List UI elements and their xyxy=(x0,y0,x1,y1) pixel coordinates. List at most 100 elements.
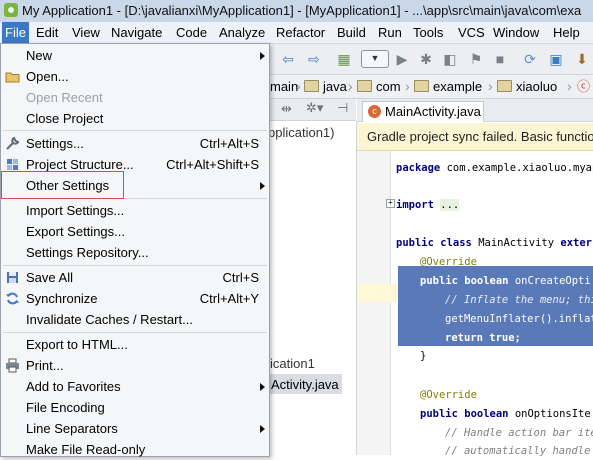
menu-separator xyxy=(3,130,267,131)
menu-help[interactable]: Help xyxy=(550,22,583,43)
menu-navigate[interactable]: Navigate xyxy=(108,22,165,43)
menu-tools[interactable]: Tools xyxy=(410,22,446,43)
menu-file[interactable]: File xyxy=(2,22,29,43)
menu-item-new[interactable]: New xyxy=(1,45,269,66)
menu-item-settings-repository[interactable]: Settings Repository... xyxy=(1,242,269,263)
class-c-icon[interactable]: ⓒ xyxy=(577,75,590,98)
code-line-method-1: public boolean onCreateOpti xyxy=(420,275,591,287)
folder-icon xyxy=(357,80,372,92)
run-config-dropdown[interactable]: ▼ xyxy=(361,50,389,68)
menu-item-export-settings[interactable]: Export Settings... xyxy=(1,221,269,242)
folder-icon xyxy=(414,80,429,92)
folder-icon xyxy=(5,72,20,83)
gradle-sync-notice: Gradle project sync failed. Basic functi… xyxy=(357,123,593,151)
code-line-comment-1: // Inflate the menu; this xyxy=(445,294,593,306)
breadcrumb-separator-icon: › xyxy=(348,78,353,94)
menu-item-add-to-favorites[interactable]: Add to Favorites xyxy=(1,376,269,397)
editor-gutter xyxy=(357,151,391,455)
code-line-inflater: getMenuInflater().inflate xyxy=(445,313,593,325)
debug-icon[interactable]: ✱ xyxy=(416,49,436,69)
attach-debugger-icon[interactable]: ⚑ xyxy=(466,49,486,69)
sync-gradle-icon[interactable]: ⟳ xyxy=(520,49,540,69)
save-icon xyxy=(7,272,18,283)
breadcrumb-item-java[interactable]: java xyxy=(304,75,347,98)
sync-icon xyxy=(6,292,19,305)
collapse-all-icon[interactable]: ⇹ xyxy=(281,101,292,117)
submenu-arrow-icon xyxy=(260,52,265,60)
code-line-close-brace: } xyxy=(420,350,427,362)
code-line-return: return true; xyxy=(445,332,521,344)
menu-item-make-read-only[interactable]: Make File Read-only xyxy=(1,439,269,460)
fold-expand-icon[interactable]: + xyxy=(386,199,395,208)
folder-icon xyxy=(304,80,319,92)
title-bar: My Application1 - [D:\javalianxi\MyAppli… xyxy=(0,0,593,23)
code-line-comment-2: // Handle action bar item xyxy=(445,427,593,439)
android-studio-icon xyxy=(4,3,18,17)
menu-item-close-project[interactable]: Close Project xyxy=(1,108,269,129)
stop-icon[interactable]: ■ xyxy=(490,49,510,69)
menu-bar: File Edit View Navigate Code Analyze Ref… xyxy=(0,22,593,44)
print-icon xyxy=(6,358,19,373)
hide-panel-icon[interactable]: ⊣ xyxy=(337,100,348,116)
menu-item-export-html[interactable]: Export to HTML... xyxy=(1,334,269,355)
sdk-manager-icon[interactable]: ⬇ xyxy=(572,49,592,69)
submenu-arrow-icon xyxy=(260,383,265,391)
menu-item-file-encoding[interactable]: File Encoding xyxy=(1,397,269,418)
forward-arrow-icon[interactable]: ⇨ xyxy=(304,49,324,69)
tab-main-activity[interactable]: c MainActivity.java xyxy=(362,101,484,122)
menu-build[interactable]: Build xyxy=(334,22,369,43)
breadcrumb-separator-icon: › xyxy=(405,78,410,94)
code-line-class: public class MainActivity exter xyxy=(396,237,592,249)
menu-item-save-all[interactable]: Save All Ctrl+S xyxy=(1,267,269,288)
code-line-method-2: public boolean onOptionsIte xyxy=(420,408,591,420)
code-line-override-1: @Override xyxy=(420,256,477,268)
menu-item-invalidate-caches[interactable]: Invalidate Caches / Restart... xyxy=(1,309,269,330)
menu-item-settings[interactable]: Settings... Ctrl+Alt+S xyxy=(1,133,269,154)
folder-icon xyxy=(497,80,512,92)
project-structure-icon xyxy=(7,159,18,170)
breadcrumb-separator-icon: › xyxy=(488,78,493,94)
breadcrumb-item-main[interactable]: main xyxy=(270,75,298,98)
menu-separator xyxy=(3,265,267,266)
menu-analyze[interactable]: Analyze xyxy=(216,22,268,43)
code-line-override-2: @Override xyxy=(420,389,477,401)
tree-item-module[interactable]: ication1 xyxy=(270,356,315,371)
breadcrumb-separator-icon: › xyxy=(296,78,301,94)
menu-item-open-recent[interactable]: Open Recent xyxy=(1,87,269,108)
run-icon[interactable]: ▶ xyxy=(392,49,412,69)
code-line-package: package com.example.xiaoluo.myap xyxy=(396,162,593,174)
submenu-arrow-icon xyxy=(260,425,265,433)
tree-item-main-activity[interactable]: Activity.java xyxy=(271,377,339,392)
code-line-import: import ... xyxy=(396,199,460,211)
gear-icon[interactable]: ✲▾ xyxy=(306,100,323,116)
code-line-comment-3: // automatically handle c xyxy=(445,445,593,457)
menu-refactor[interactable]: Refactor xyxy=(273,22,328,43)
settings-highlight-box xyxy=(1,171,124,199)
menu-item-print[interactable]: Print... xyxy=(1,355,269,376)
menu-item-synchronize[interactable]: Synchronize Ctrl+Alt+Y xyxy=(1,288,269,309)
menu-item-line-separators[interactable]: Line Separators xyxy=(1,418,269,439)
project-root-label: pplication1) xyxy=(268,125,335,140)
breadcrumb-item-xiaoluo[interactable]: xiaoluo xyxy=(497,75,557,98)
back-arrow-icon[interactable]: ⇦ xyxy=(278,49,298,69)
make-project-icon[interactable]: ▦ xyxy=(334,49,354,69)
menu-item-import-settings[interactable]: Import Settings... xyxy=(1,200,269,221)
menu-view[interactable]: View xyxy=(69,22,103,43)
menu-item-open[interactable]: Open... xyxy=(1,66,269,87)
file-menu-dropdown: New Open... Open Recent Close Project Se… xyxy=(0,43,270,457)
coverage-icon[interactable]: ◧ xyxy=(440,49,460,69)
breadcrumb-separator-icon: › xyxy=(567,78,572,94)
menu-window[interactable]: Window xyxy=(490,22,542,43)
avd-manager-icon[interactable]: ▣ xyxy=(546,49,566,69)
breadcrumb-item-com[interactable]: com xyxy=(357,75,401,98)
breadcrumb-item-example[interactable]: example xyxy=(414,75,482,98)
menu-run[interactable]: Run xyxy=(375,22,405,43)
wrench-icon xyxy=(6,136,20,150)
menu-edit[interactable]: Edit xyxy=(33,22,61,43)
window-title: My Application1 - [D:\javalianxi\MyAppli… xyxy=(22,3,582,18)
menu-code[interactable]: Code xyxy=(173,22,210,43)
menu-vcs[interactable]: VCS xyxy=(455,22,488,43)
menu-separator xyxy=(3,332,267,333)
submenu-arrow-icon xyxy=(260,182,265,190)
class-c-icon: c xyxy=(368,105,381,118)
